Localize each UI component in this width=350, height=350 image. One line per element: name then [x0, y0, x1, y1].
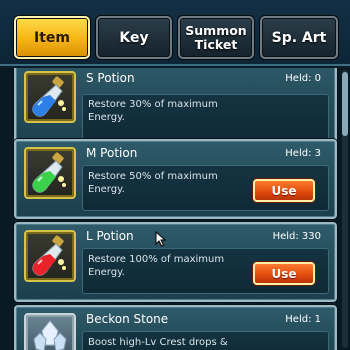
item-held-count: Held: 1 [285, 314, 321, 325]
item-description: Restore 50% of maximum Energy. [88, 171, 218, 195]
list-item-beckon-stone[interactable]: Beckon Stone Held: 1 Boost high-Lv Crest… [14, 305, 337, 350]
list-item-m-potion[interactable]: M Potion Held: 3 Restore 50% of maximum … [14, 139, 337, 219]
tab-sp-art-label: Sp. Art [271, 29, 327, 46]
item-name: M Potion [86, 146, 138, 160]
tab-key-label: Key [119, 29, 149, 46]
tab-summon-ticket-label: Summon Ticket [185, 22, 247, 52]
tab-summon-ticket[interactable]: Summon Ticket [178, 16, 254, 59]
item-description: Restore 30% of maximum Energy. [88, 99, 218, 123]
red-potion-icon [24, 230, 76, 282]
tab-item-label: Item [34, 29, 70, 46]
item-description: Boost high-Lv Crest drops & [88, 337, 228, 348]
item-name: Beckon Stone [86, 312, 169, 326]
tab-key[interactable]: Key [96, 16, 172, 59]
tab-bar: Item Key Summon Ticket Sp. Art [0, 0, 350, 66]
tab-sp-art[interactable]: Sp. Art [260, 16, 338, 59]
blue-potion-icon [24, 71, 76, 123]
item-description: Restore 100% of maximum Energy. [88, 254, 225, 278]
item-name: S Potion [86, 71, 135, 85]
item-held-count: Held: 330 [272, 231, 321, 242]
list-item-l-potion[interactable]: L Potion Held: 330 Restore 100% of maxim… [14, 222, 337, 302]
crystal-stone-icon [24, 313, 76, 350]
scrollbar-thumb[interactable] [342, 72, 348, 136]
green-potion-icon [24, 147, 76, 199]
use-button[interactable]: Use [253, 179, 315, 202]
tab-item[interactable]: Item [14, 16, 90, 59]
item-name: L Potion [86, 229, 134, 243]
item-held-count: Held: 3 [285, 148, 321, 159]
use-button[interactable]: Use [253, 262, 315, 285]
list-item-s-potion[interactable]: S Potion Held: 0 Restore 30% of maximum … [14, 68, 337, 150]
item-held-count: Held: 0 [285, 73, 321, 84]
mouse-cursor-icon [155, 230, 167, 251]
item-list[interactable]: S Potion Held: 0 Restore 30% of maximum … [0, 68, 350, 350]
